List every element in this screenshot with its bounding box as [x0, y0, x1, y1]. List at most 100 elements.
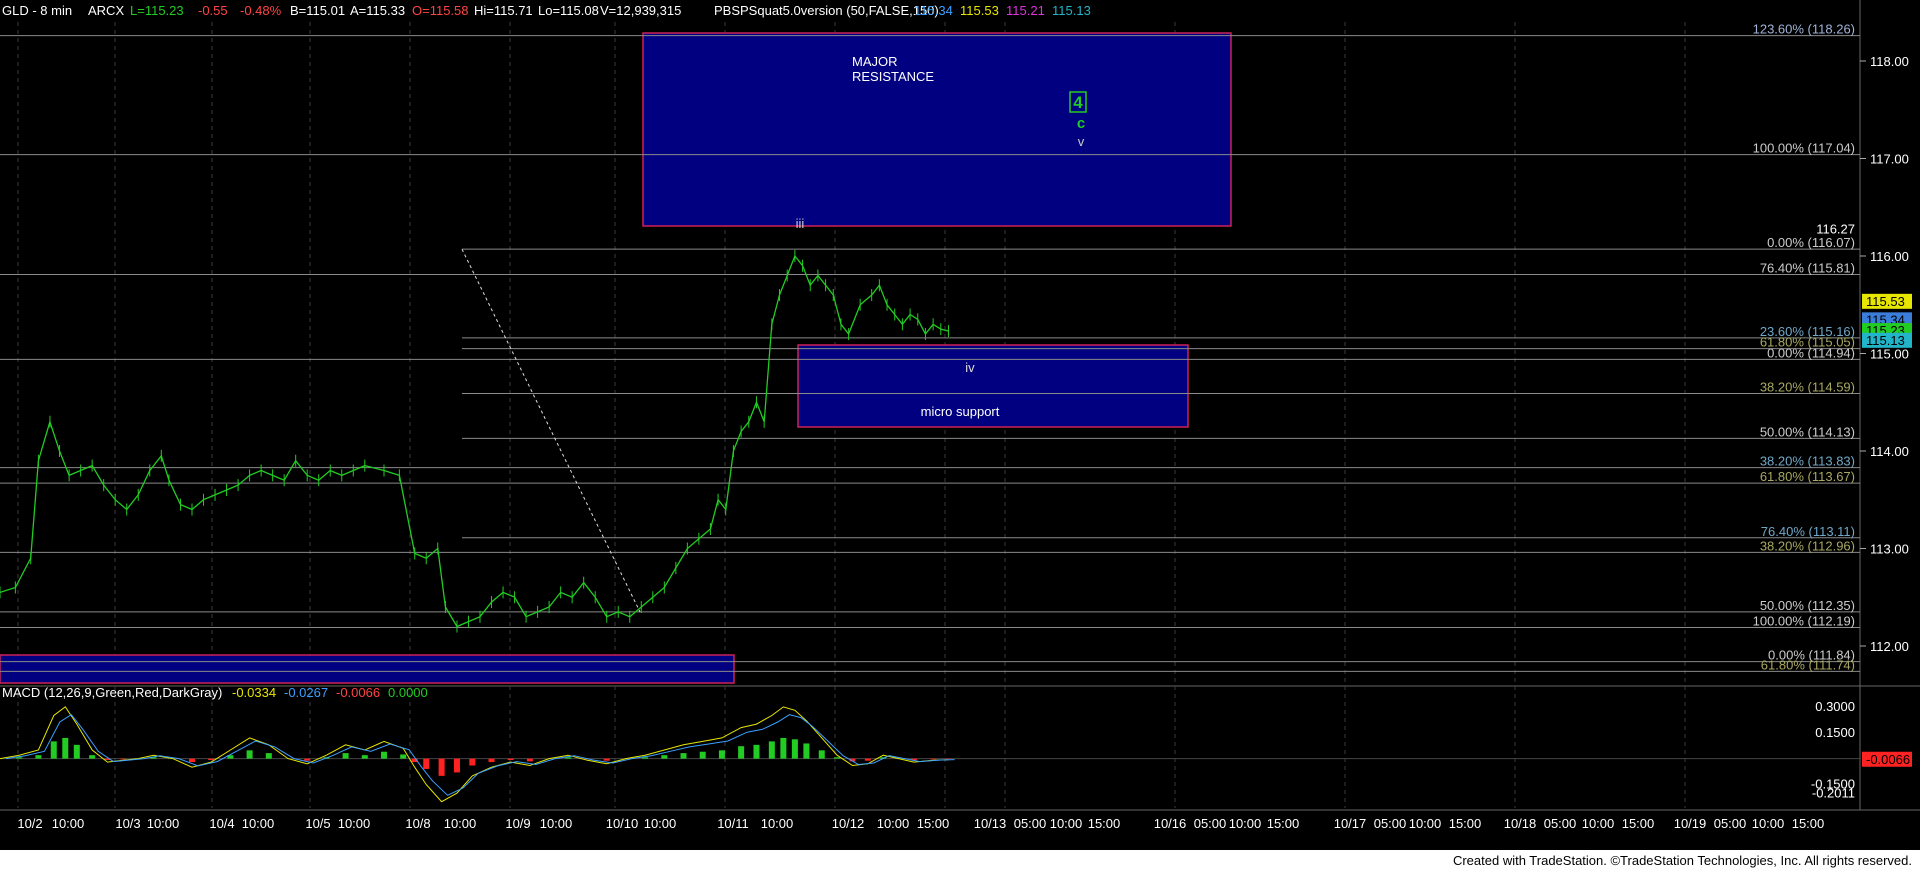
x-tick-label: 10:00 — [1229, 816, 1262, 831]
x-tick-label: 10:00 — [338, 816, 371, 831]
header-last: L=115.23 — [130, 3, 184, 18]
macd-histogram-bar — [361, 755, 368, 759]
y-tick-label: 118.00 — [1870, 54, 1909, 69]
macd-histogram-bar — [469, 758, 476, 766]
wave-c-label: c — [1077, 115, 1085, 132]
x-tick-label: 05:00 — [1544, 816, 1577, 831]
macd-histogram-bar — [780, 737, 787, 759]
x-tick-label: 10/5 — [305, 816, 330, 831]
macd-histogram-bar — [753, 744, 760, 759]
fib-level-label: 0.00% (116.07) — [1767, 235, 1855, 250]
macd-histogram-bar — [423, 758, 430, 769]
fib-level-label: 123.60% (118.26) — [1753, 22, 1855, 37]
micro-support-label: micro support — [921, 404, 1000, 419]
fib-level-label: 38.20% (112.96) — [1760, 538, 1855, 553]
macd-histogram-bar — [246, 750, 253, 759]
price-chart: 112.00 113.00 114.00 115.00 116.00 117.00 118.… — [0, 0, 1920, 850]
header-ind-value: 115.53 — [960, 3, 999, 18]
macd-histogram-bar — [930, 758, 937, 760]
macd-histogram-bar — [381, 751, 387, 759]
macd-histogram-bar — [62, 737, 69, 759]
header-exchange: ARCX — [88, 3, 124, 18]
fib-level-label: 50.00% (112.35) — [1760, 598, 1855, 613]
major-resistance-box — [642, 32, 1232, 227]
macd-axis-label: -0.2011 — [1812, 785, 1855, 800]
macd-current-label: -0.0066 — [1866, 752, 1910, 767]
macd-value: -0.0267 — [284, 685, 328, 700]
macd-axis-label: 0.3000 — [1815, 699, 1855, 714]
header-ind-value: 115.21 — [1006, 3, 1045, 18]
macd-histogram-bar — [342, 753, 349, 759]
wave-iv-label: iv — [965, 360, 975, 375]
macd-histogram-bar — [488, 758, 495, 763]
x-tick-label: 10:00 — [147, 816, 180, 831]
header-high: Hi=115.71 — [474, 3, 533, 18]
macd-histogram-bar — [265, 753, 272, 759]
fib-level-label: 61.80% (113.67) — [1760, 469, 1855, 484]
price-tag-label: 115.53 — [1866, 294, 1905, 309]
x-tick-label: 10/19 — [1674, 816, 1707, 831]
macd-histogram-bar — [89, 755, 96, 759]
macd-histogram-bar — [453, 758, 460, 773]
macd-histogram-bar — [791, 739, 798, 759]
x-tick-label: 10/11 — [717, 816, 749, 831]
x-tick-label: 10:00 — [242, 816, 275, 831]
macd-histogram-bar — [189, 758, 195, 763]
macd-value: 0.0000 — [388, 685, 428, 700]
fib-level-label: 76.40% (113.11) — [1761, 524, 1855, 539]
macd-histogram-bar — [507, 758, 514, 760]
y-tick-label: 117.00 — [1870, 152, 1909, 167]
y-tick-label: 114.00 — [1870, 444, 1909, 459]
wave-v-label: v — [1078, 134, 1085, 149]
x-tick-label: 10/4 — [209, 816, 234, 831]
price-tag-label: 115.13 — [1866, 333, 1905, 348]
header-open: O=115.58 — [412, 3, 469, 18]
macd-histogram-bar — [304, 758, 311, 761]
x-tick-label: 15:00 — [1088, 816, 1121, 831]
x-tick-label: 10/3 — [115, 816, 140, 831]
price-marker-label: 116.27 — [1816, 222, 1855, 237]
x-tick-label: 10:00 — [761, 816, 794, 831]
macd-histogram-bar — [16, 757, 23, 759]
y-tick-label: 113.00 — [1870, 542, 1909, 557]
x-tick-label: 05:00 — [1014, 816, 1047, 831]
macd-histogram-bar — [768, 741, 775, 759]
x-tick-label: 15:00 — [1449, 816, 1482, 831]
macd-histogram-bar — [864, 758, 871, 761]
y-tick-label: 116.00 — [1870, 249, 1909, 264]
macd-histogram-bar — [400, 754, 407, 759]
x-tick-label: 10:00 — [1050, 816, 1083, 831]
macd-histogram-bar — [738, 746, 745, 759]
x-tick-label: 15:00 — [1267, 816, 1300, 831]
macd-histogram-bar — [718, 750, 725, 759]
macd-histogram-bar — [661, 755, 668, 759]
macd-histogram-bar — [50, 741, 57, 759]
x-tick-label: 10/13 — [974, 816, 1007, 831]
x-tick-label: 10:00 — [877, 816, 910, 831]
x-tick-label: 10:00 — [644, 816, 677, 831]
x-tick-label: 15:00 — [1622, 816, 1655, 831]
y-tick-label: 112.00 — [1870, 639, 1909, 654]
major-resistance-label: RESISTANCE — [852, 69, 934, 84]
macd-histogram-bar — [642, 757, 649, 759]
header-low: Lo=115.08 — [538, 3, 599, 18]
macd-histogram-bar — [208, 758, 215, 760]
header-change-pct: -0.48% — [240, 3, 282, 18]
wave-4-label: 4 — [1073, 93, 1083, 112]
macd-histogram-bar — [35, 755, 42, 759]
fib-level-label: 100.00% (117.04) — [1753, 141, 1855, 156]
macd-histogram-bar — [119, 758, 126, 760]
macd-histogram-bar — [680, 753, 687, 759]
x-tick-label: 15:00 — [917, 816, 950, 831]
x-tick-label: 10:00 — [1409, 816, 1442, 831]
macd-value: -0.0066 — [336, 685, 380, 700]
wave-iii-label: iii — [796, 216, 805, 231]
header-volume: V=12,939,315 — [600, 3, 681, 18]
x-tick-label: 10/10 — [606, 816, 639, 831]
footer-bar: Created with TradeStation. ©TradeStation… — [0, 850, 1920, 870]
macd-histogram-bar — [565, 757, 572, 759]
fib-level-label: 38.20% (113.83) — [1760, 454, 1855, 469]
fib-level-label: 76.40% (115.81) — [1760, 261, 1855, 276]
x-tick-label: 10/2 — [17, 816, 42, 831]
x-tick-label: 05:00 — [1714, 816, 1747, 831]
